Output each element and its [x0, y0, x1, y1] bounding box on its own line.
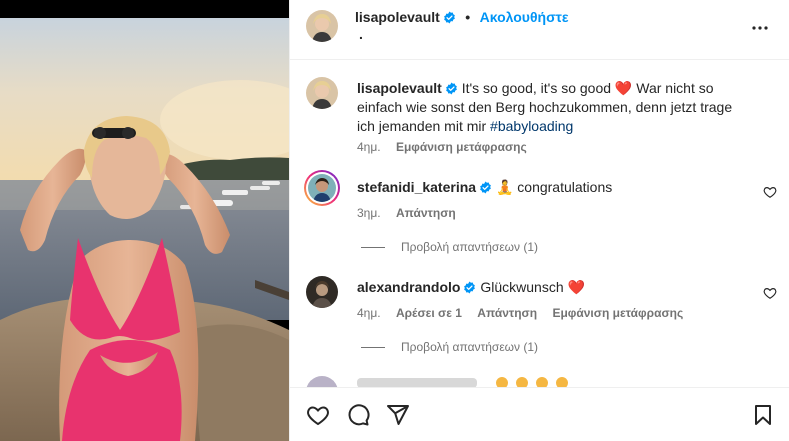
author-username[interactable]: lisapolevault — [355, 9, 440, 25]
replies-divider-line — [361, 347, 385, 349]
post-photo — [0, 0, 289, 441]
view-replies-button[interactable]: Προβολή απαντήσεων (1) — [361, 340, 538, 354]
heart-emoji: ❤️ — [614, 80, 633, 96]
comment-time: 4ημ. — [357, 306, 381, 320]
partial-username-placeholder — [357, 378, 477, 387]
verified-badge-icon — [479, 180, 492, 194]
post-panel: lisapolevault • Ακολουθήστε . lisapoleva… — [289, 0, 789, 441]
comment-body: Glückwunsch — [480, 279, 568, 295]
replies-divider-line — [361, 247, 385, 249]
likes-count-button[interactable]: Αρέσει σε 1 — [396, 306, 462, 320]
comment-username[interactable]: stefanidi_katerina — [357, 179, 476, 195]
verified-badge-icon — [463, 280, 476, 294]
author-avatar[interactable] — [306, 10, 338, 42]
post-actions-bar — [290, 387, 789, 441]
share-icon[interactable] — [386, 403, 410, 427]
view-replies-button[interactable]: Προβολή απαντήσεων (1) — [361, 240, 538, 254]
comments-section[interactable]: lisapolevault It's so good, it's so good… — [290, 61, 789, 387]
caption-avatar[interactable] — [306, 77, 338, 109]
reply-button[interactable]: Απάντηση — [396, 206, 456, 220]
see-translation-button[interactable]: Εμφάνιση μετάφρασης — [396, 140, 527, 154]
reply-button[interactable]: Απάντηση — [477, 306, 537, 320]
commenter-avatar[interactable] — [306, 276, 338, 308]
more-horizontal-icon[interactable] — [748, 16, 772, 40]
comment-username[interactable]: alexandrandolo — [357, 279, 460, 295]
commenter-avatar[interactable] — [306, 376, 338, 387]
comment-emoji: 🧘 — [495, 179, 514, 195]
bookmark-icon[interactable] — [751, 403, 775, 427]
commenter-avatar-story-ring[interactable] — [304, 170, 340, 206]
verified-badge-icon — [443, 11, 456, 24]
header-sub-dot: . — [359, 26, 363, 42]
follow-button[interactable]: Ακολουθήστε — [480, 9, 569, 25]
see-translation-button[interactable]: Εμφάνιση μετάφρασης — [552, 306, 683, 320]
caption-text: lisapolevault It's so good, it's so good… — [357, 79, 747, 136]
comment-icon[interactable] — [346, 403, 370, 427]
comment-like-heart-icon[interactable] — [763, 185, 777, 199]
caption-username[interactable]: lisapolevault — [357, 80, 442, 96]
view-replies-label: Προβολή απαντήσεων (1) — [401, 340, 539, 354]
view-replies-label: Προβολή απαντήσεων (1) — [401, 240, 539, 254]
comment-text: alexandrandolo Glückwunsch ❤️ — [357, 278, 747, 297]
separator-dot: • — [465, 9, 471, 25]
caption-body-1: It's so good, it's so good — [461, 80, 615, 96]
comment-like-heart-icon[interactable] — [763, 286, 777, 300]
partial-emoji-row — [495, 376, 575, 387]
comment-text: stefanidi_katerina 🧘 congratulations — [357, 178, 747, 197]
comment-body: congratulations — [513, 179, 613, 195]
author-line: lisapolevault • Ακολουθήστε — [355, 9, 569, 27]
comment-meta: 4ημ. Αρέσει σε 1 Απάντηση Εμφάνιση μετάφ… — [357, 306, 695, 320]
heart-icon[interactable] — [306, 403, 330, 427]
caption-time: 4ημ. — [357, 140, 381, 154]
comment-time: 3ημ. — [357, 206, 381, 220]
verified-badge-icon — [445, 81, 458, 95]
post-media[interactable] — [0, 0, 289, 441]
comment-meta: 3ημ. Απάντηση — [357, 206, 468, 220]
post-header: lisapolevault • Ακολουθήστε . — [290, 0, 789, 60]
heart-emoji: ❤️ — [567, 279, 585, 295]
caption-meta: 4ημ. Εμφάνιση μετάφρασης — [357, 140, 539, 154]
hashtag-link[interactable]: #babyloading — [490, 118, 573, 134]
